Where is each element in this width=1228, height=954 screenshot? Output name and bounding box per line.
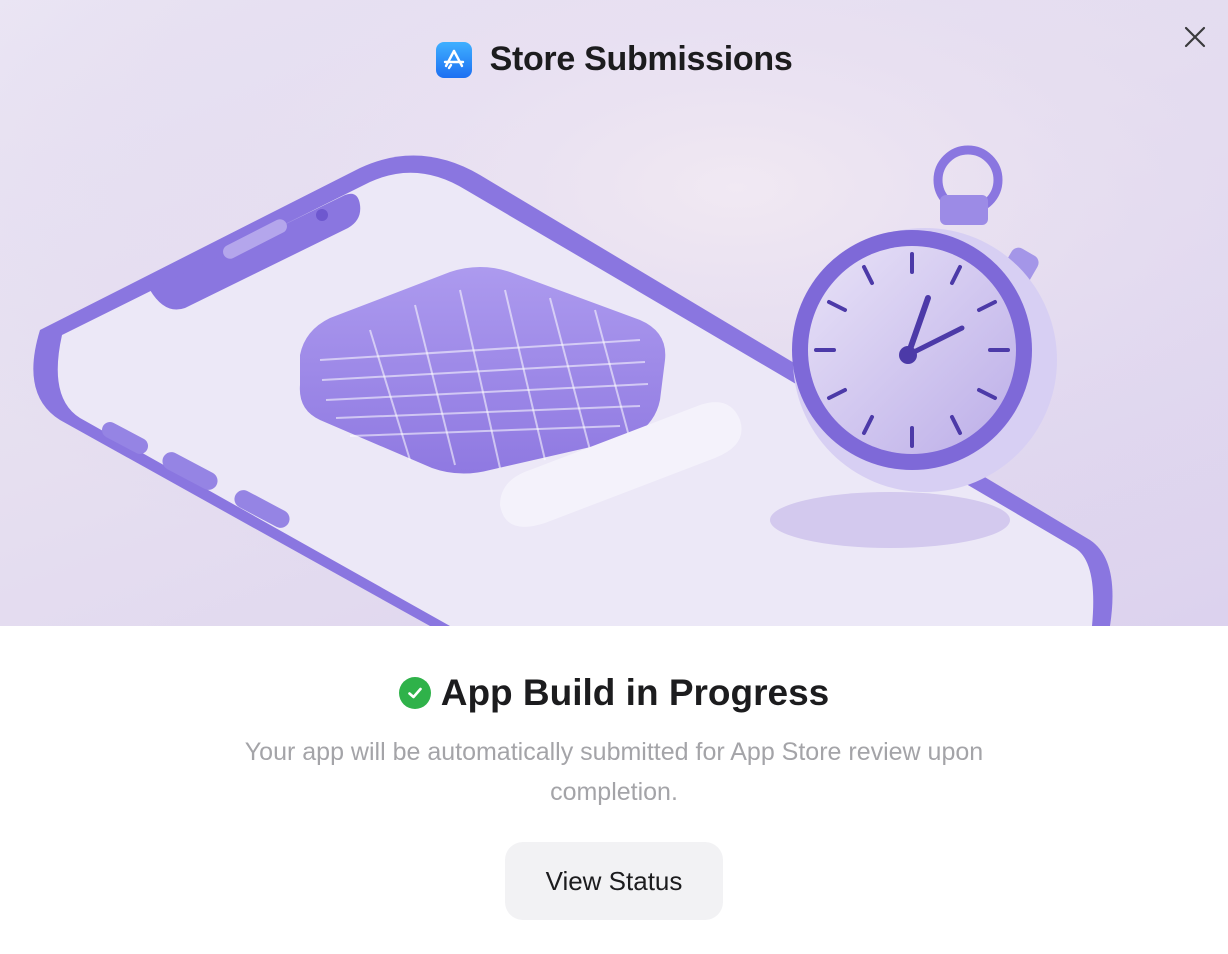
- view-status-button[interactable]: View Status: [505, 842, 723, 920]
- status-description: Your app will be automatically submitted…: [244, 738, 984, 806]
- close-button[interactable]: [1180, 22, 1210, 52]
- status-panel: App Build in Progress Your app will be a…: [0, 626, 1228, 954]
- app-store-icon: [435, 41, 472, 78]
- hero-banner: Store Submissions: [0, 0, 1228, 626]
- dialog-title: Store Submissions: [489, 40, 793, 78]
- dialog-header: Store Submissions: [0, 40, 1228, 79]
- close-icon: [1184, 26, 1206, 48]
- status-title: App Build in Progress: [440, 672, 830, 713]
- status-heading: App Build in Progress: [398, 672, 830, 714]
- check-circle-icon: [398, 677, 431, 709]
- hero-illustration: [0, 0, 1228, 626]
